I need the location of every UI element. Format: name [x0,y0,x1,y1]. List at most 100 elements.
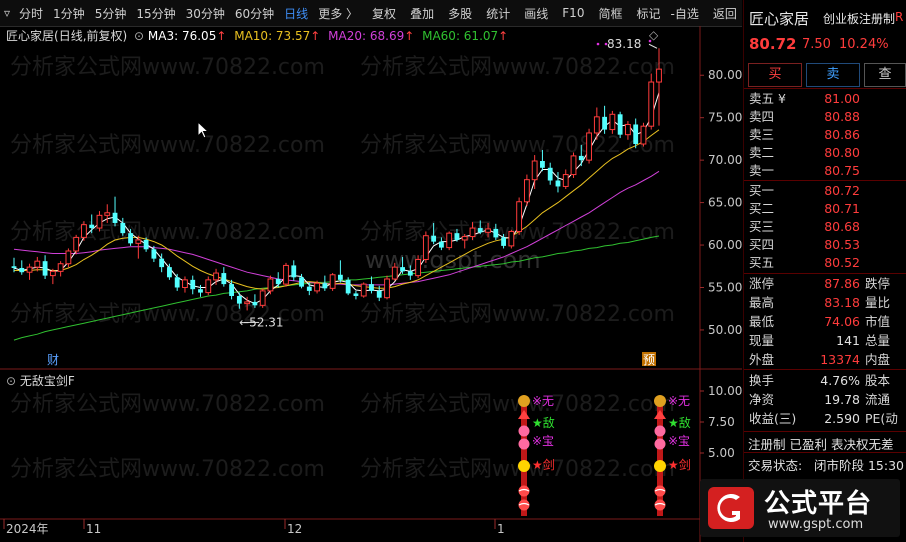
query-button[interactable]: 查 [864,63,906,87]
low-annotation: ←52.31 [239,315,283,329]
ma-toggle-icon[interactable]: ⊙ [134,29,144,43]
row-label: 涨停 [749,276,775,291]
watermark-text: 分析家公式网www.70822.com [360,457,675,482]
trade-status-label: 交易状态: [748,458,803,473]
watermark-text: 分析家公式网www.70822.com [360,302,675,327]
mark-button[interactable]: 标记 [632,5,666,22]
candle-body [11,266,17,268]
candle-body [593,116,600,134]
quote-row: 卖二 80.80 [744,144,906,162]
candle-body [501,237,506,246]
quote-row: 卖五 ¥ 81.00 [744,90,906,108]
draw-line-button[interactable]: 画线 [519,5,553,22]
candle-body [143,239,149,250]
row-value: 80.71 [824,201,860,216]
quote-row: 外盘 13374 内盘 [744,351,906,369]
buy-button[interactable]: 买 [748,63,802,87]
indicator-header: ⊙ 无敌宝剑F [6,372,75,389]
candle-body [493,228,499,238]
flower-icon [654,425,666,437]
signal-label: ※宝 [532,434,554,448]
quote-row: 最高 83.18 量比 [744,294,906,312]
tab-more[interactable]: 更多 〉 [313,5,363,22]
ind-y-tick-label: 5.00 [708,446,735,460]
price-change: 7.50 [802,37,831,52]
tab-15min[interactable]: 15分钟 [131,5,180,22]
candle-body [570,155,577,176]
tab-daily[interactable]: 日线 [279,5,313,22]
y-tick-label: 60.00 [708,238,742,252]
row-label: 最低 [749,314,775,329]
y-tick-label: 65.00 [708,196,742,210]
quote-row: 最低 74.06 市值 [744,313,906,331]
dropdown-icon[interactable]: ▿ [0,6,14,20]
tab-1min[interactable]: 1分钟 [48,5,90,22]
y-tick-label: 80.00 [708,68,742,82]
kline-chart[interactable]: 分析家公式网www.70822.com 分析家公式网www.70822.com 分析… [0,26,742,542]
smile-icon [654,460,666,472]
candle-body [602,116,608,130]
candle-body [578,155,584,161]
coin-icon [654,395,666,407]
simple-frame-button[interactable]: 简框 [593,5,627,22]
divider [744,431,906,432]
x-tick-label: 11 [86,522,101,536]
row-label: 卖四 [749,109,775,124]
ind-y-tick-label: 10.00 [708,384,742,398]
tab-5min[interactable]: 5分钟 [90,5,132,22]
period-toolbar: ▿ 分时 1分钟 5分钟 15分钟 30分钟 60分钟 日线 更多 〉 复权 叠… [0,0,742,27]
flower-icon [654,438,666,450]
tags-line: 注册制 已盈利 表决权无差 [748,437,894,452]
fuquan-button[interactable]: 复权 [367,5,401,22]
candle-body [213,272,219,281]
row-value: 87.86 [824,276,860,291]
sell-button[interactable]: 卖 [806,63,860,87]
row-value: 83.18 [824,295,860,310]
diamond-icon[interactable]: ◇ [649,28,658,42]
row-value: 80.53 [824,237,860,252]
stats-button[interactable]: 统计 [481,5,515,22]
candle-body [439,241,444,248]
candle-body [159,258,165,268]
quote-row: 买一 80.72 [744,182,906,200]
candle-body [96,214,103,229]
candle-body [81,224,87,238]
candle-body [128,233,133,244]
overlay-button[interactable]: 叠加 [405,5,439,22]
candle-body [167,267,172,278]
quote-row: 卖四 80.88 [744,108,906,126]
chart-header: 匠心家居(日线,前复权) ⊙ MA3: 76.05↑ MA10: 73.57↑ … [6,27,508,44]
indicator-toggle-icon[interactable]: ⊙ [6,374,16,388]
y-tick-label: 50.00 [708,323,742,337]
candle-body [205,279,212,294]
row-value: 80.52 [824,255,860,270]
candle-body [291,265,297,278]
ma10-up-icon: ↑ [310,29,321,43]
back-button[interactable]: 返回 [708,5,742,22]
candle-body [617,114,623,135]
tab-60min[interactable]: 60分钟 [230,5,279,22]
candle-body [469,227,476,238]
row-label: 净资 [749,392,775,407]
candle-body [65,250,72,265]
multi-stock-button[interactable]: 多股 [443,5,477,22]
ma10-label: MA10: 73.57 [234,29,311,43]
divider [744,88,906,89]
row-label-2: PE(动 [865,411,898,426]
f10-button[interactable]: F10 [557,6,589,20]
ma60-label: MA60: 61.07 [422,29,499,43]
row-label: 卖三 [749,127,775,142]
tab-fenshi[interactable]: 分时 [14,5,48,22]
candle-body [42,261,48,276]
candle-body [120,222,126,234]
candle-body [508,230,515,247]
row-value: 80.86 [824,127,860,142]
self-select-button[interactable]: -自选 [666,5,704,22]
mouse-cursor-icon [197,121,209,139]
y-tick-label: 70.00 [708,153,742,167]
candle-body [369,284,374,291]
y-tick-label: 55.00 [708,280,742,294]
candle-body [299,277,304,287]
tab-30min[interactable]: 30分钟 [181,5,230,22]
fin-marker: 财 [47,353,59,367]
